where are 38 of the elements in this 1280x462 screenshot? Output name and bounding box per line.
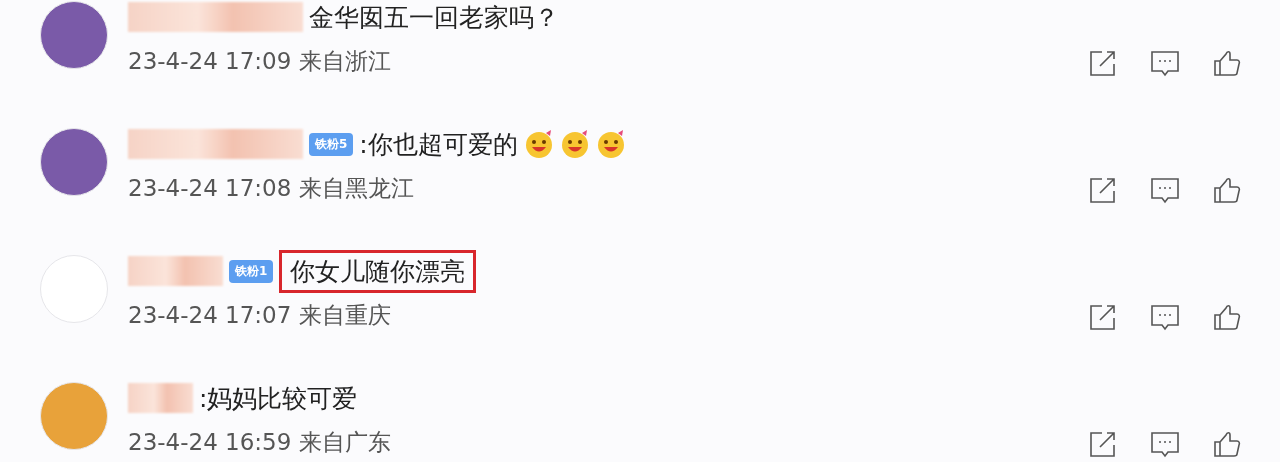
share-button[interactable]	[1088, 429, 1118, 459]
thumbs-up-icon	[1212, 429, 1242, 459]
comment-icon	[1150, 302, 1180, 332]
comment-button[interactable]	[1150, 302, 1180, 332]
comment-meta: 23-4-24 16:59 来自广东	[128, 428, 392, 457]
share-button[interactable]	[1088, 175, 1118, 205]
like-button[interactable]	[1212, 429, 1242, 459]
comment-text: :妈妈比较可爱	[199, 382, 358, 415]
comment-meta: 23-4-24 17:09 来自浙江	[128, 47, 392, 76]
comment-button[interactable]	[1150, 429, 1180, 459]
share-icon	[1088, 48, 1118, 78]
share-icon	[1088, 429, 1118, 459]
emoji-icon	[595, 129, 626, 159]
comment-meta: 23-4-24 17:08 来自黑龙江	[128, 174, 415, 203]
comment-button[interactable]	[1150, 175, 1180, 205]
thumbs-up-icon	[1212, 48, 1242, 78]
blurred-username	[128, 383, 193, 413]
comment-icon	[1150, 175, 1180, 205]
share-button[interactable]	[1088, 302, 1118, 332]
fan-badge: 铁粉1	[229, 259, 274, 283]
fan-badge: 铁粉5	[309, 132, 354, 156]
emoji-icon	[559, 129, 590, 159]
thumbs-up-icon	[1212, 175, 1242, 205]
share-button[interactable]	[1088, 48, 1118, 78]
like-button[interactable]	[1212, 302, 1242, 332]
comment-text: :你也超可爱的	[359, 128, 518, 161]
comment-meta: 23-4-24 17:07 来自重庆	[128, 301, 392, 330]
comment-button[interactable]	[1150, 48, 1180, 78]
comment-text: 金华囡五一回老家吗？	[309, 1, 559, 34]
comment-icon	[1150, 429, 1180, 459]
thumbs-up-icon	[1212, 302, 1242, 332]
share-icon	[1088, 175, 1118, 205]
like-button[interactable]	[1212, 48, 1242, 78]
comment-text: 你女儿随你漂亮	[279, 249, 477, 293]
share-icon	[1088, 302, 1118, 332]
comment-icon	[1150, 48, 1180, 78]
like-button[interactable]	[1212, 175, 1242, 205]
emoji-icon	[523, 129, 554, 159]
